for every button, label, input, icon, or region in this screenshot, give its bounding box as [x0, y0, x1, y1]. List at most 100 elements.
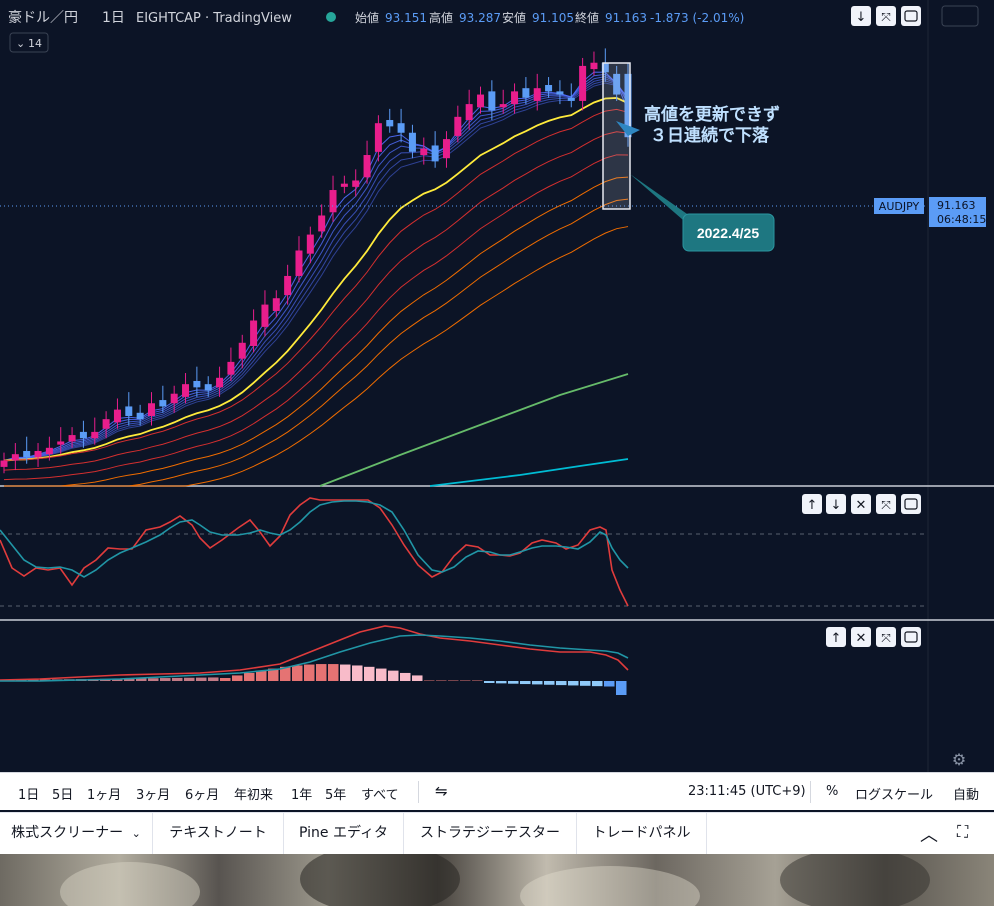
pane2-controls[interactable]: ↑ ↓ ✕ ⤧	[802, 494, 921, 514]
tab-pine-editor[interactable]: Pine エディタ	[284, 813, 404, 854]
candle-body	[227, 361, 235, 375]
fullscreen-icon[interactable]: ⛶	[957, 822, 968, 842]
candle-body	[374, 123, 382, 152]
candle-body	[11, 454, 19, 461]
candle-body	[295, 250, 303, 276]
bottom-panel-tabs: 株式スクリーナー ⌄ テキストノート Pine エディタ ストラテジーテスター …	[0, 812, 994, 854]
arrow-down-icon: ↓	[856, 10, 867, 25]
candle-body	[216, 377, 224, 388]
macd-histogram-bar	[292, 665, 303, 681]
macd-histogram-bar	[544, 681, 555, 685]
macd-histogram-bar	[328, 664, 339, 681]
market-status-dot-icon	[326, 12, 336, 22]
candle-body	[91, 431, 99, 439]
macd-histogram-bar	[388, 670, 399, 681]
candle-body	[23, 450, 31, 458]
ohlc-low-value: 91.105	[532, 11, 574, 25]
macd-histogram-bar	[424, 680, 435, 681]
tab-label: トレードパネル	[592, 825, 691, 841]
symbol-tag-text: AUDJPY	[879, 200, 920, 213]
percent-toggle[interactable]: %	[826, 784, 838, 799]
candle-body	[363, 155, 371, 178]
macd-histogram-bar	[412, 675, 423, 681]
candle-body	[567, 97, 575, 101]
main-collapse-button[interactable]	[901, 6, 921, 26]
candle-body	[590, 62, 598, 70]
candle-body	[159, 400, 167, 407]
arrow-up-icon: ↑	[831, 631, 842, 646]
annotation-text-2: ３日連続で下落	[650, 125, 770, 146]
clock-time[interactable]: 23:11:45 (UTC+9)	[688, 784, 806, 799]
price-change: -1.873 (-2.01%)	[650, 11, 744, 25]
candle-body	[147, 403, 155, 416]
range-5y[interactable]: 5年	[325, 784, 346, 803]
candle-body	[352, 180, 360, 187]
macd-histogram-bar	[604, 681, 615, 687]
candle-body	[113, 409, 121, 423]
macd-histogram-bar	[472, 680, 483, 681]
macd-histogram-bar	[484, 681, 495, 683]
macd-histogram-bar	[448, 680, 459, 681]
candle-body	[545, 85, 553, 92]
macd-histogram-bar	[592, 681, 603, 687]
macd-histogram-bar	[208, 677, 219, 681]
range-all[interactable]: すべて	[361, 784, 399, 803]
chevron-down-icon: ⌄	[131, 827, 141, 840]
date-range-icon[interactable]: ⇋	[435, 782, 448, 800]
range-5d[interactable]: 5日	[52, 784, 73, 803]
ohlc-low-label: 安値	[502, 10, 526, 25]
macd-histogram-bar	[376, 668, 387, 681]
range-1y[interactable]: 1年	[291, 784, 312, 803]
candle-body	[397, 123, 405, 133]
background-photo	[0, 854, 994, 906]
macd-histogram-bar	[304, 664, 315, 681]
macd-histogram-bar	[196, 677, 207, 681]
tab-label: テキストノート	[169, 825, 267, 841]
ohlc-close-value: 91.163	[605, 11, 647, 25]
tab-trading-panel[interactable]: トレードパネル	[577, 813, 707, 854]
candle-body	[465, 104, 473, 121]
blank-button[interactable]	[941, 5, 979, 27]
macd-histogram-bar	[400, 672, 411, 681]
tab-stock-screener[interactable]: 株式スクリーナー ⌄	[0, 813, 153, 854]
symbol-name[interactable]: 豪ドル／円	[8, 10, 78, 26]
macd-histogram-bar	[364, 666, 375, 681]
auto-scale-toggle[interactable]: 自動	[953, 784, 979, 803]
candle-body	[272, 298, 280, 311]
macd-histogram-bar	[508, 681, 519, 684]
interval-label[interactable]: 1日	[102, 10, 125, 26]
range-1m[interactable]: 1ヶ月	[87, 784, 121, 803]
maximize-icon: ⤧	[881, 631, 891, 645]
candle-body	[306, 234, 314, 254]
pane3-collapse-button[interactable]	[901, 627, 921, 647]
range-ytd[interactable]: 年初来	[234, 784, 273, 803]
candle-body	[0, 460, 8, 467]
ohlc-high-label: 高値	[429, 10, 453, 25]
candle-body	[533, 88, 541, 101]
tab-strategy-tester[interactable]: ストラテジーテスター	[404, 813, 577, 854]
tab-text-notes[interactable]: テキストノート	[153, 813, 284, 854]
candle-body	[579, 65, 587, 101]
annotation-text-1: 高値を更新できず	[644, 104, 780, 125]
maximize-icon: ⤧	[881, 498, 891, 512]
candle-body	[182, 384, 190, 397]
log-scale-toggle[interactable]: ログスケール	[855, 784, 933, 803]
candle-body	[329, 190, 337, 213]
candle-body	[204, 384, 212, 391]
macd-histogram-bar	[340, 664, 351, 681]
macd-histogram-bar	[256, 670, 267, 681]
range-3m[interactable]: 3ヶ月	[136, 784, 170, 803]
gear-icon[interactable]: ⚙	[952, 750, 966, 769]
macd-histogram-bar	[436, 680, 447, 681]
highlight-box[interactable]	[602, 62, 631, 210]
candle-body	[79, 431, 87, 439]
tab-label: ストラテジーテスター	[420, 825, 560, 841]
range-6m[interactable]: 6ヶ月	[185, 784, 219, 803]
chevron-up-icon[interactable]: ︿	[920, 821, 938, 847]
price-chart[interactable]: 2022.4/25 高値を更新できず ３日連続で下落 AUDJPY 91.163…	[0, 0, 994, 772]
main-pane-controls[interactable]: ↓ ⤧	[851, 5, 979, 27]
macd-histogram-bar	[352, 665, 363, 681]
chevron-down-icon: ⌄	[16, 37, 25, 50]
pane2-collapse-button[interactable]	[901, 494, 921, 514]
range-1d[interactable]: 1日	[18, 784, 39, 803]
